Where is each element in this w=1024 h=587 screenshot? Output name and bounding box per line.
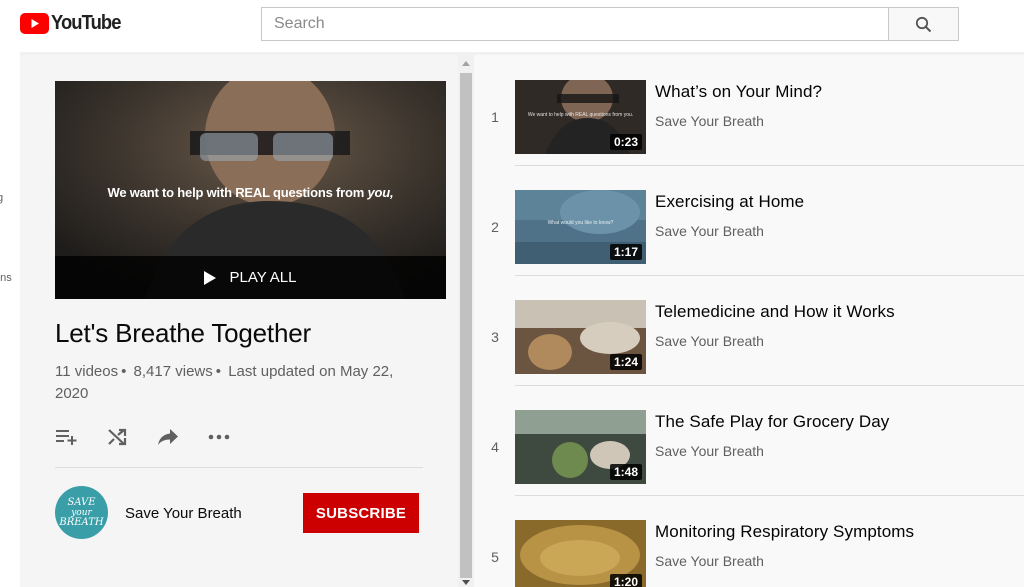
video-thumbnail[interactable]: 1:20 [515,520,646,587]
video-channel[interactable]: Save Your Breath [655,443,764,459]
subscribe-button[interactable]: SUBSCRIBE [303,493,419,533]
playlist-video-row[interactable]: 2 What would you like to know? 1:17 Exer… [474,165,1024,276]
video-thumbnail[interactable]: 1:48 [515,410,646,484]
playlist-video-row[interactable]: 1 We want to help with REAL questions fr… [474,55,1024,166]
playlist-video-row[interactable]: 3 1:24 Telemedicine and How it Works Sav… [474,275,1024,386]
play-icon [204,270,217,285]
playlist-video-row[interactable]: 5 1:20 Monitoring Respiratory Symptoms S… [474,495,1024,587]
video-title[interactable]: What’s on Your Mind? [655,82,822,102]
hero-caption-emphasis: you, [367,185,394,200]
video-index: 5 [491,549,499,565]
more-actions-button[interactable] [208,425,248,449]
channel-name[interactable]: Save Your Breath [125,505,242,522]
scroll-down-arrow-icon[interactable] [462,580,470,585]
play-all-button[interactable]: PLAY ALL [55,256,446,299]
video-duration: 1:24 [609,354,642,370]
video-thumbnail[interactable]: We want to help with REAL questions from… [515,80,646,154]
shuffle-icon [108,428,127,446]
video-channel[interactable]: Save Your Breath [655,553,764,569]
video-thumbnail[interactable]: What would you like to know? 1:17 [515,190,646,264]
video-title[interactable]: Exercising at Home [655,192,804,212]
video-count: 11 videos [55,363,119,380]
playlist-video-list: 1 We want to help with REAL questions fr… [474,55,1024,587]
search-icon [915,16,932,32]
video-index: 2 [491,219,499,235]
scrollbar[interactable] [458,55,474,587]
video-title[interactable]: Telemedicine and How it Works [655,302,895,322]
thumbnail-caption: What would you like to know? [547,220,614,226]
video-channel[interactable]: Save Your Breath [655,333,764,349]
divider [55,467,423,468]
video-title[interactable]: The Safe Play for Grocery Day [655,412,889,432]
scroll-up-arrow-icon[interactable] [462,61,470,66]
add-to-queue-button[interactable] [55,425,95,449]
playlist-actions [55,425,259,449]
video-title[interactable]: Monitoring Respiratory Symptoms [655,522,914,542]
thumbnail-caption: We want to help with REAL questions from… [527,112,634,118]
playlist-stats: 11 videos • 8,417 views • Last updated on … [55,361,415,405]
shuffle-button[interactable] [106,425,146,449]
video-index: 4 [491,439,499,455]
sidebar-fragment[interactable]: ons [0,272,12,284]
hero-caption-text: We want to help with REAL questions from [107,185,365,200]
sidebar-strip: g ons [0,52,20,587]
share-icon [158,429,178,445]
playlist-header-panel: We want to help with REAL questions from… [20,55,458,587]
logo-text: YouTube [51,12,121,34]
video-duration: 1:17 [609,244,642,260]
search-input[interactable]: Search [261,7,889,41]
avatar-text: BREATH [59,516,104,528]
avatar-text: SAVE [67,496,96,508]
more-icon [208,434,230,440]
video-channel[interactable]: Save Your Breath [655,223,764,239]
video-duration: 1:48 [609,464,642,480]
search-button[interactable] [888,7,959,41]
video-duration: 0:23 [609,134,642,150]
share-button[interactable] [157,425,197,449]
video-duration: 1:20 [609,574,642,587]
search-placeholder: Search [274,15,325,32]
youtube-logo[interactable]: YouTube [20,12,127,35]
video-thumbnail[interactable]: 1:24 [515,300,646,374]
playlist-video-row[interactable]: 4 1:48 The Safe Play for Grocery Day Sav… [474,385,1024,496]
video-index: 1 [491,109,499,125]
video-channel[interactable]: Save Your Breath [655,113,764,129]
hero-caption: We want to help with REAL questions from… [55,185,446,200]
separator: • [215,363,222,380]
separator: • [121,363,127,380]
playlist-hero-thumbnail[interactable]: We want to help with REAL questions from… [55,81,446,299]
view-count: 8,417 views [133,363,213,380]
channel-avatar[interactable]: SAVE your BREATH [55,486,108,539]
play-all-label: PLAY ALL [229,269,297,286]
youtube-logo-icon [20,13,49,34]
add-to-queue-icon [56,430,77,445]
avatar-text: your [71,507,92,518]
top-bar: YouTube Search [0,0,1024,52]
playlist-title[interactable]: Let's Breathe Together [55,318,311,349]
sidebar-fragment[interactable]: g [0,192,3,204]
video-index: 3 [491,329,499,345]
scrollbar-thumb[interactable] [460,73,472,578]
